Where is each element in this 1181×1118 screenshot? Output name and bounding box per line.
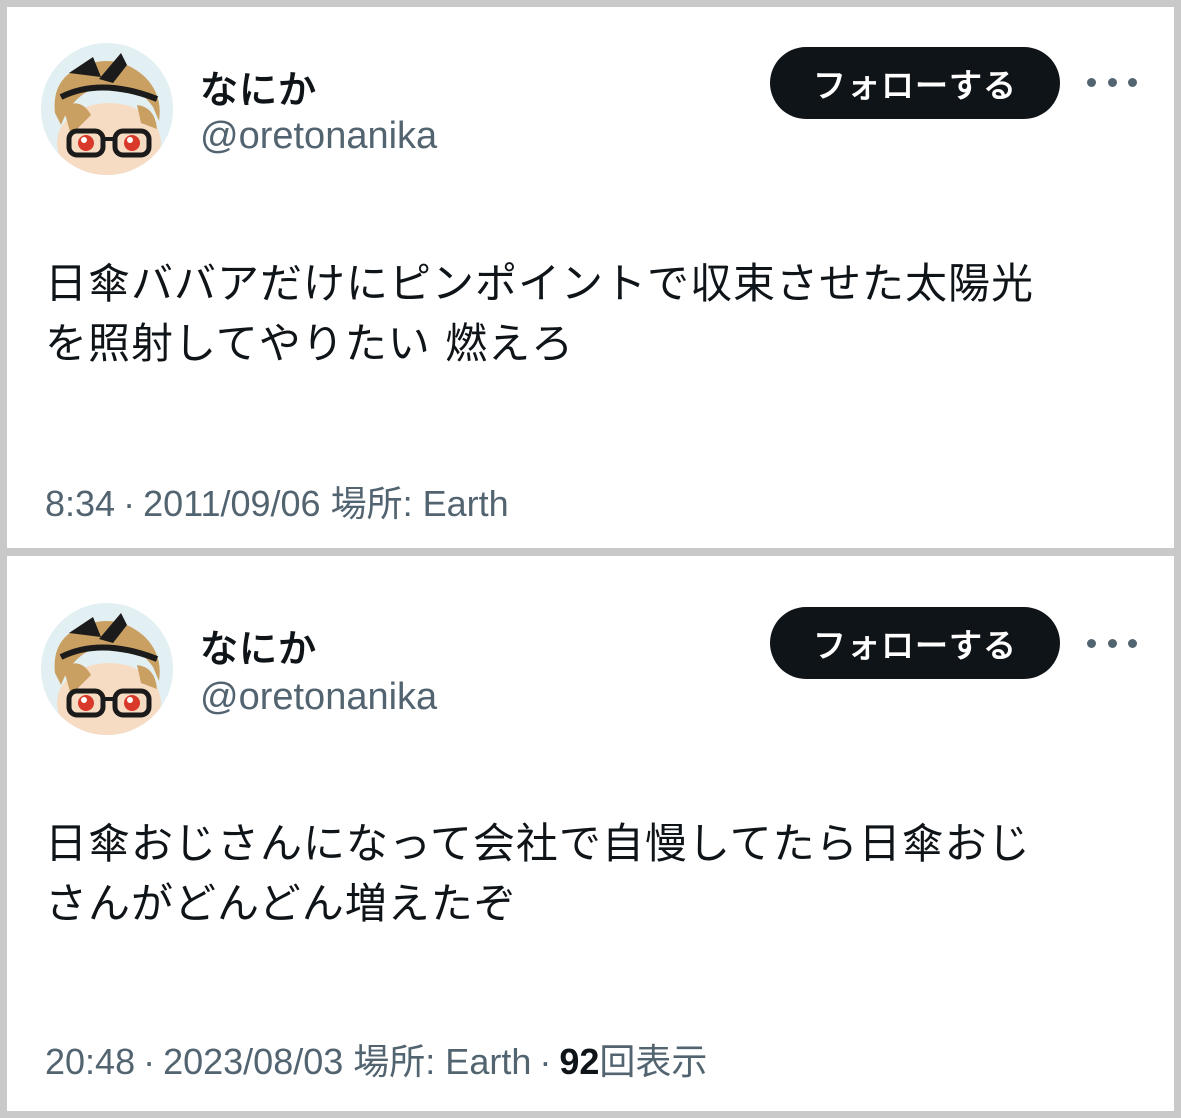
more-horizontal-icon[interactable]: [1087, 628, 1137, 658]
display-name[interactable]: なにか: [200, 618, 317, 673]
tweet-time[interactable]: 8:34: [45, 483, 115, 524]
tweet-location: 場所: Earth: [330, 483, 509, 524]
view-count-label: 回表示: [599, 1041, 708, 1082]
display-name[interactable]: なにか: [200, 59, 317, 114]
meta-separator: ·: [539, 1041, 552, 1082]
avatar[interactable]: [41, 603, 173, 735]
tweet-date[interactable]: 2011/09/06: [143, 483, 321, 524]
tweet-meta: 8:34 · 2011/09/06 場所: Earth: [45, 475, 509, 527]
tweet-card: なにか @oretonanika フォローする 日傘ババアだけにピンポイントで収…: [7, 7, 1174, 548]
follow-button[interactable]: フォローする: [770, 47, 1060, 119]
tweet-date[interactable]: 2023/08/03: [163, 1041, 343, 1082]
view-count: 92: [559, 1041, 600, 1082]
avatar[interactable]: [41, 43, 173, 175]
tweet-text: 日傘ババアだけにピンポイントで収束させた太陽光 を照射してやりたい 燃えろ: [45, 259, 1035, 368]
avatar-image: [41, 603, 173, 735]
tweet-text: 日傘おじさんになって会社で自慢してたら日傘おじ さんがどんどん増えたぞ: [45, 819, 1031, 928]
tweet-card: なにか @oretonanika フォローする 日傘おじさんになって会社で自慢し…: [7, 556, 1174, 1111]
tweet-meta: 20:48 · 2023/08/03 場所: Earth · 92回表示: [45, 1033, 707, 1085]
meta-separator: ·: [143, 1041, 156, 1082]
user-handle[interactable]: @oretonanika: [200, 676, 437, 719]
user-handle[interactable]: @oretonanika: [200, 115, 437, 158]
meta-separator: ·: [123, 483, 136, 524]
tweet-screenshot-page: なにか @oretonanika フォローする 日傘ババアだけにピンポイントで収…: [0, 0, 1181, 1118]
tweet-location: 場所: Earth: [353, 1041, 532, 1082]
avatar-image: [41, 43, 173, 175]
more-horizontal-icon[interactable]: [1087, 67, 1137, 97]
tweet-time[interactable]: 20:48: [45, 1041, 135, 1082]
follow-button[interactable]: フォローする: [770, 607, 1060, 679]
